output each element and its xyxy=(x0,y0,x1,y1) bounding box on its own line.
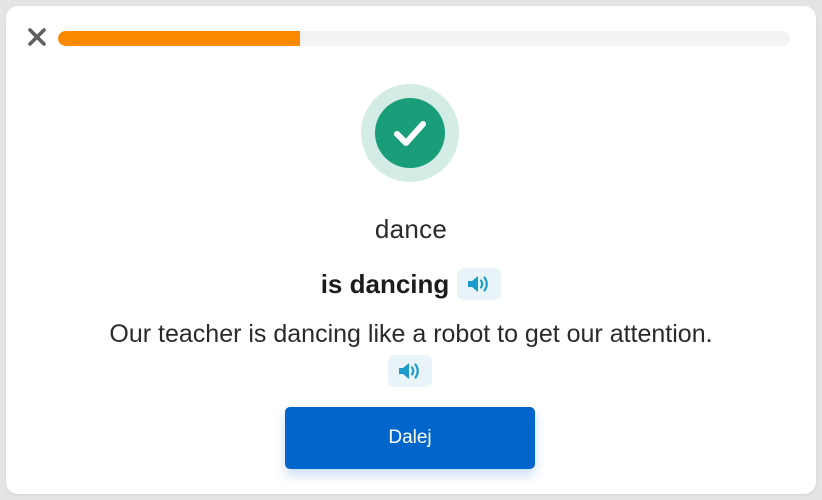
speaker-icon xyxy=(399,363,419,379)
exercise-card: dance is dancing Our teacher is dancing … xyxy=(6,6,816,494)
word-form: is dancing xyxy=(320,268,450,299)
example-sentence: Our teacher is dancing like a robot to g… xyxy=(109,320,713,348)
next-button[interactable]: Dalej xyxy=(285,407,535,469)
check-circle-icon xyxy=(375,98,445,168)
checkmark-icon xyxy=(394,121,426,146)
progress-fill xyxy=(58,31,300,46)
speaker-icon xyxy=(468,276,489,292)
play-form-audio-button[interactable] xyxy=(457,268,502,300)
correct-badge xyxy=(361,84,459,182)
play-sentence-audio-button[interactable] xyxy=(388,355,432,387)
word-form-row: is dancing xyxy=(6,268,816,300)
progress-bar xyxy=(58,31,790,46)
base-word: dance xyxy=(374,214,448,244)
close-icon xyxy=(28,28,46,46)
close-button[interactable] xyxy=(26,26,48,48)
